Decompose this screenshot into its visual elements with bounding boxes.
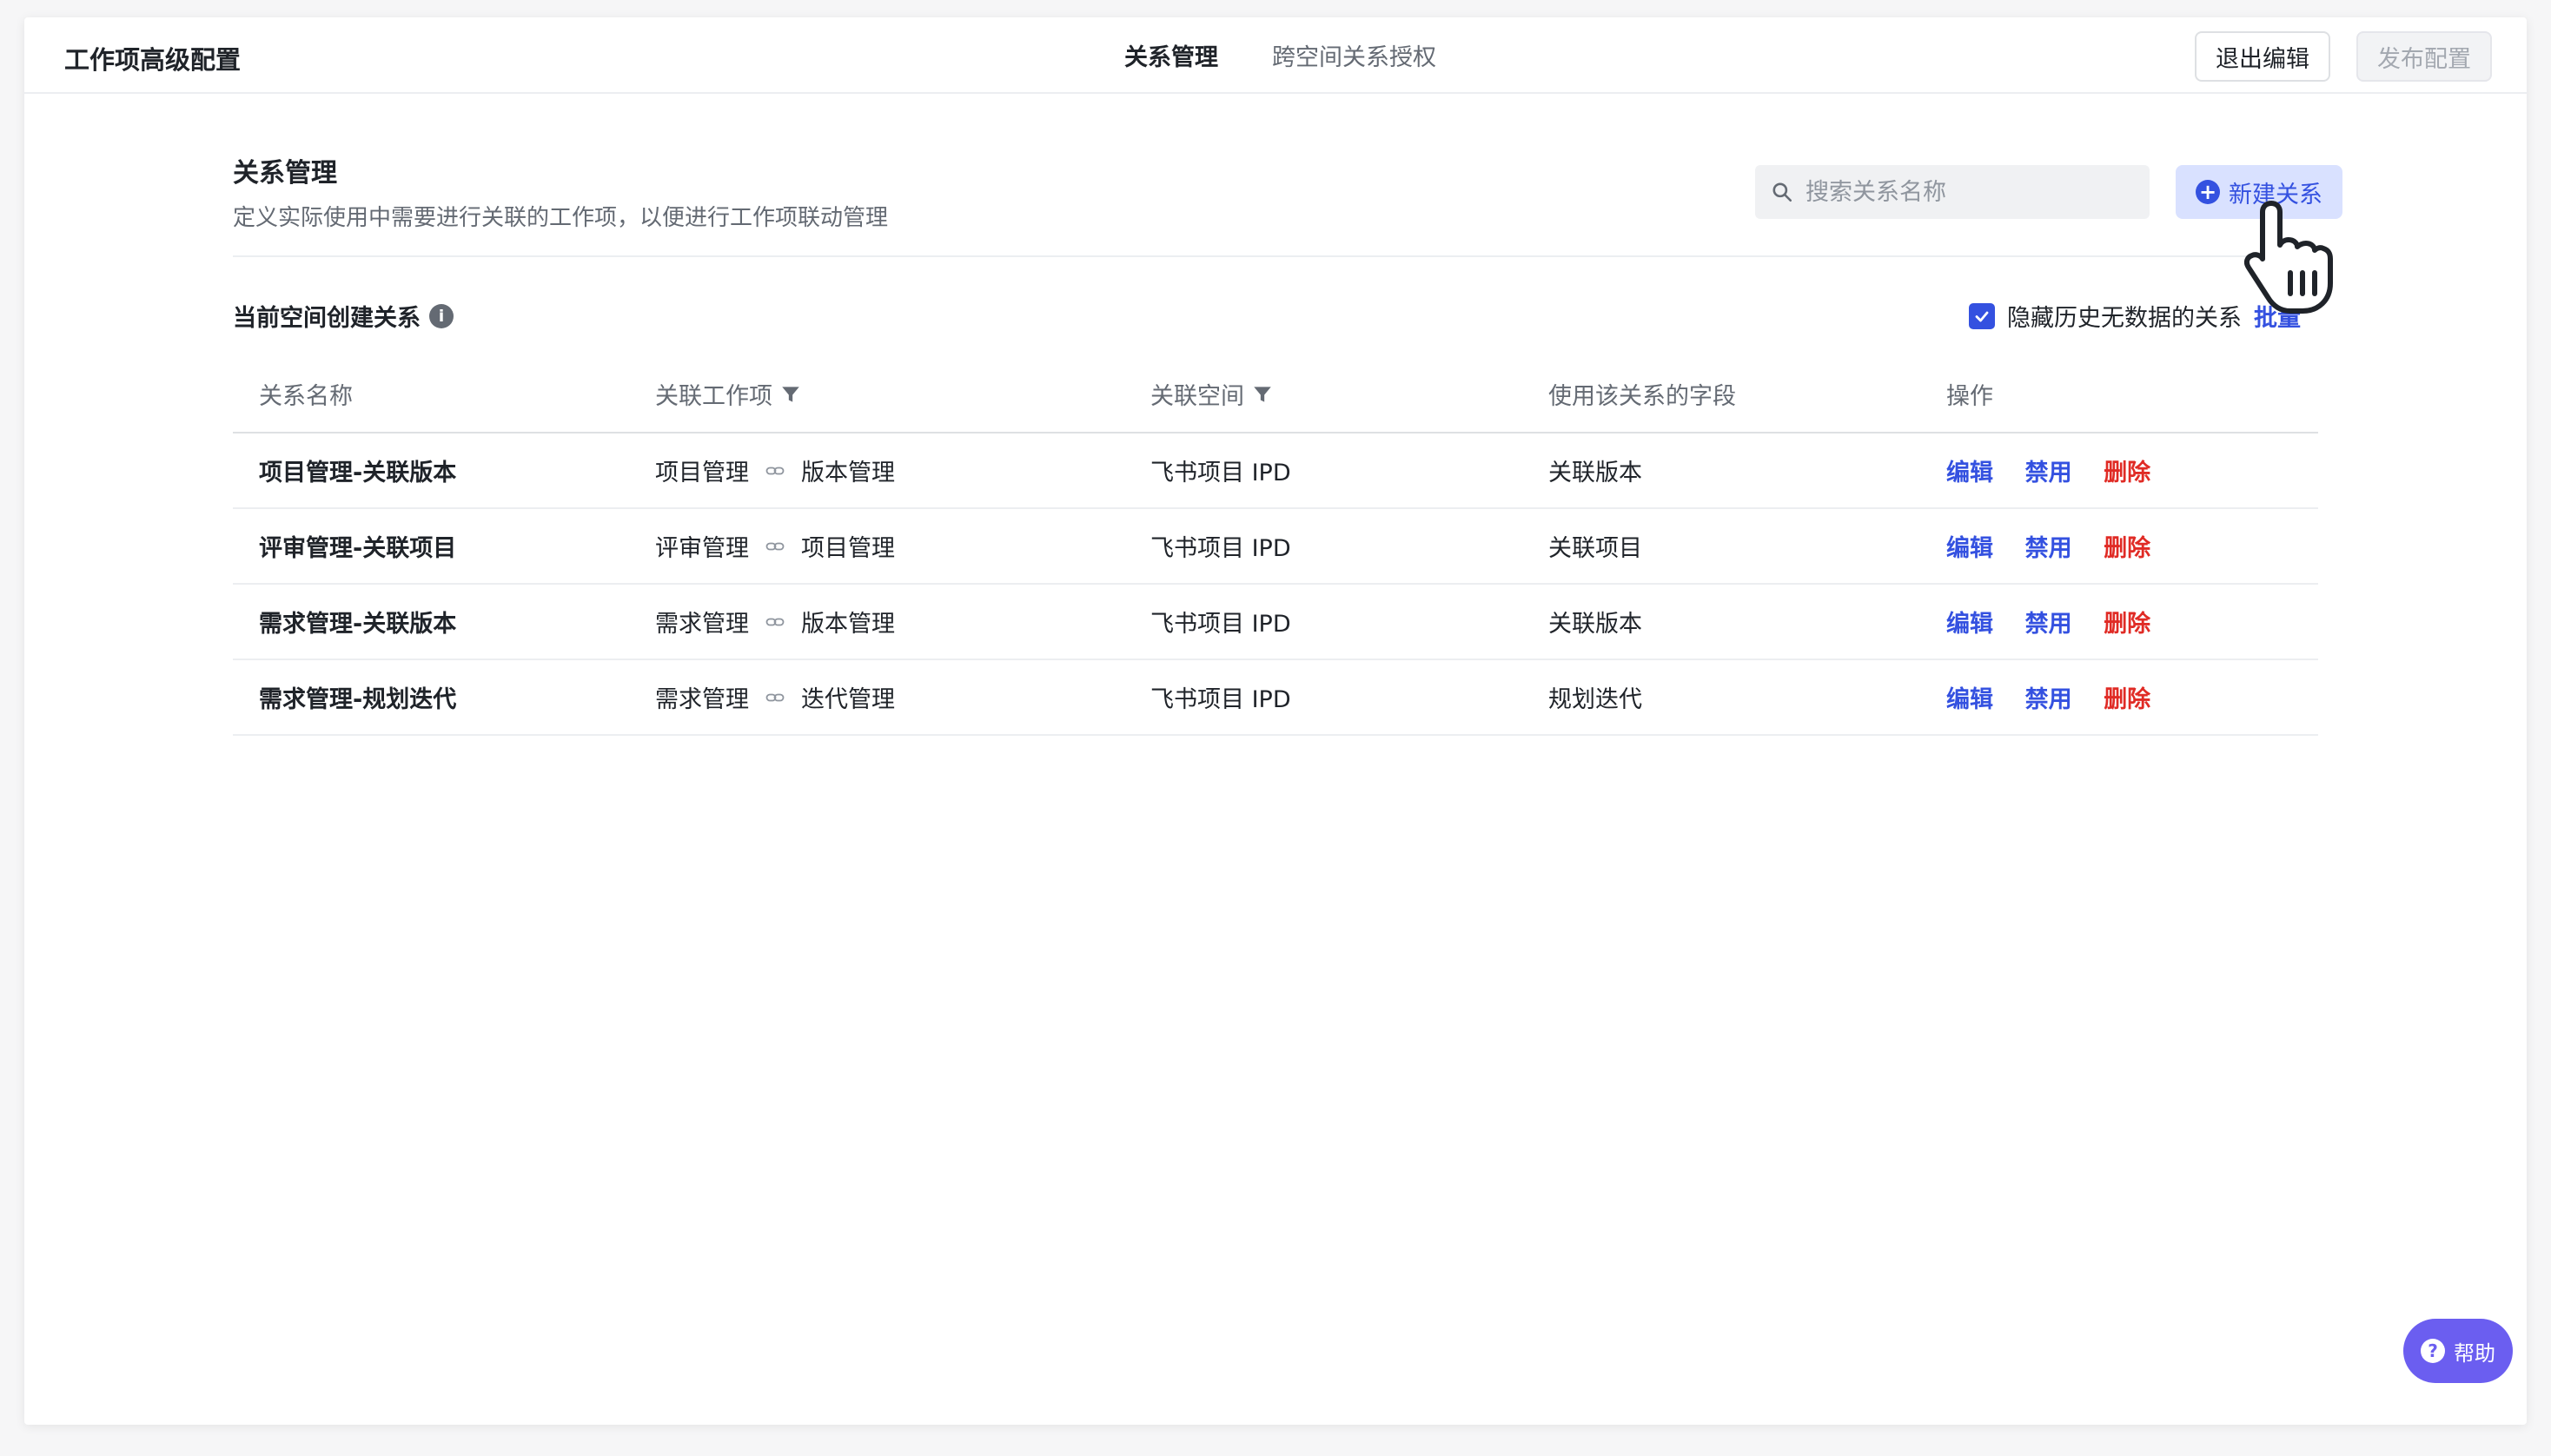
section-description: 定义实际使用中需要进行关联的工作项，以便进行工作项联动管理 [233, 205, 889, 231]
delete-button[interactable]: 删除 [2104, 686, 2150, 713]
plus-circle-icon: + [2196, 180, 2220, 204]
linked-items-cell: 项目管理 版本管理 [629, 433, 1124, 509]
search-input[interactable] [1806, 178, 2136, 206]
tab-cross-space-authorization[interactable]: 跨空间关系授权 [1272, 38, 1436, 72]
relation-name: 需求管理-关联版本 [233, 584, 629, 660]
filter-icon[interactable] [1251, 383, 1274, 406]
help-button[interactable]: ? 帮助 [2403, 1319, 2513, 1383]
page-title: 工作项高级配置 [64, 45, 242, 75]
table-row: 评审管理-关联项目 评审管理 项目管理 飞书项目 IPD 关联项目 编辑 禁用 … [233, 508, 2318, 585]
edit-button[interactable]: 编辑 [1946, 686, 1993, 713]
edit-button[interactable]: 编辑 [1946, 535, 1993, 562]
linked-space-cell: 飞书项目 IPD [1124, 659, 1522, 736]
field-cell: 规划迭代 [1522, 659, 1920, 736]
check-icon [1975, 311, 1989, 321]
linked-space-cell: 飞书项目 IPD [1124, 584, 1522, 660]
table-row: 需求管理-规划迭代 需求管理 迭代管理 飞书项目 IPD 规划迭代 编辑 禁用 … [233, 659, 2318, 736]
question-icon: ? [2421, 1339, 2445, 1363]
disable-button[interactable]: 禁用 [2025, 535, 2072, 562]
actions-cell: 编辑 禁用 删除 [1920, 433, 2318, 509]
table-row: 需求管理-关联版本 需求管理 版本管理 飞书项目 IPD 关联版本 编辑 禁用 … [233, 584, 2318, 660]
relation-name: 项目管理-关联版本 [233, 433, 629, 509]
delete-button[interactable]: 删除 [2104, 460, 2150, 486]
subsection-header: 当前空间创建关系 i [233, 299, 454, 333]
actions-cell: 编辑 禁用 删除 [1920, 584, 2318, 660]
hand-pointer-cursor-icon [2243, 201, 2333, 314]
hide-empty-checkbox[interactable] [1969, 302, 1995, 329]
edit-button[interactable]: 编辑 [1946, 611, 1993, 638]
linked-items-cell: 需求管理 迭代管理 [629, 659, 1124, 736]
relation-name: 需求管理-规划迭代 [233, 659, 629, 736]
delete-button[interactable]: 删除 [2104, 611, 2150, 638]
section-title: 关系管理 [233, 158, 337, 189]
search-box[interactable] [1755, 165, 2150, 219]
relations-table: 关系名称 关联工作项 关联空间 使用该关系的字段 操作 项目管理-关联版本 项目… [233, 356, 2318, 736]
column-header-actions: 操作 [1920, 356, 2318, 433]
publish-config-button[interactable]: 发布配置 [2356, 31, 2492, 82]
hide-empty-label: 隐藏历史无数据的关系 [2007, 305, 2242, 332]
field-cell: 关联项目 [1522, 508, 1920, 585]
info-icon[interactable]: i [429, 303, 454, 328]
delete-button[interactable]: 删除 [2104, 535, 2150, 562]
linked-items-cell: 评审管理 项目管理 [629, 508, 1124, 585]
help-label: 帮助 [2454, 1340, 2495, 1366]
field-cell: 关联版本 [1522, 433, 1920, 509]
tab-bar: 关系管理 跨空间关系授权 [1124, 38, 1436, 72]
relation-name: 评审管理-关联项目 [233, 508, 629, 585]
column-header-fields: 使用该关系的字段 [1522, 356, 1920, 433]
linked-space-cell: 飞书项目 IPD [1124, 508, 1522, 585]
column-header-linked-space: 关联空间 [1124, 356, 1522, 433]
top-bar: 工作项高级配置 关系管理 跨空间关系授权 退出编辑 发布配置 [24, 17, 2527, 94]
table-header-row: 关系名称 关联工作项 关联空间 使用该关系的字段 操作 [233, 356, 2318, 433]
column-header-name: 关系名称 [233, 356, 629, 433]
link-icon [765, 467, 785, 474]
edit-button[interactable]: 编辑 [1946, 460, 1993, 486]
app-window: 工作项高级配置 关系管理 跨空间关系授权 退出编辑 发布配置 关系管理 定义实际… [24, 17, 2527, 1425]
link-icon [765, 542, 785, 550]
disable-button[interactable]: 禁用 [2025, 686, 2072, 713]
linked-space-cell: 飞书项目 IPD [1124, 433, 1522, 509]
disable-button[interactable]: 禁用 [2025, 611, 2072, 638]
field-cell: 关联版本 [1522, 584, 1920, 660]
tab-relation-management[interactable]: 关系管理 [1124, 38, 1218, 72]
exit-edit-button[interactable]: 退出编辑 [2195, 31, 2330, 82]
linked-items-cell: 需求管理 版本管理 [629, 584, 1124, 660]
disable-button[interactable]: 禁用 [2025, 460, 2072, 486]
search-icon [1772, 182, 1792, 202]
column-header-linked-items: 关联工作项 [629, 356, 1124, 433]
filter-icon[interactable] [779, 383, 802, 406]
section-divider [233, 255, 2318, 257]
subsection-title: 当前空间创建关系 [233, 305, 421, 332]
table-row: 项目管理-关联版本 项目管理 版本管理 飞书项目 IPD 关联版本 编辑 禁用 … [233, 433, 2318, 509]
actions-cell: 编辑 禁用 删除 [1920, 659, 2318, 736]
link-icon [765, 618, 785, 625]
actions-cell: 编辑 禁用 删除 [1920, 508, 2318, 585]
link-icon [765, 693, 785, 701]
